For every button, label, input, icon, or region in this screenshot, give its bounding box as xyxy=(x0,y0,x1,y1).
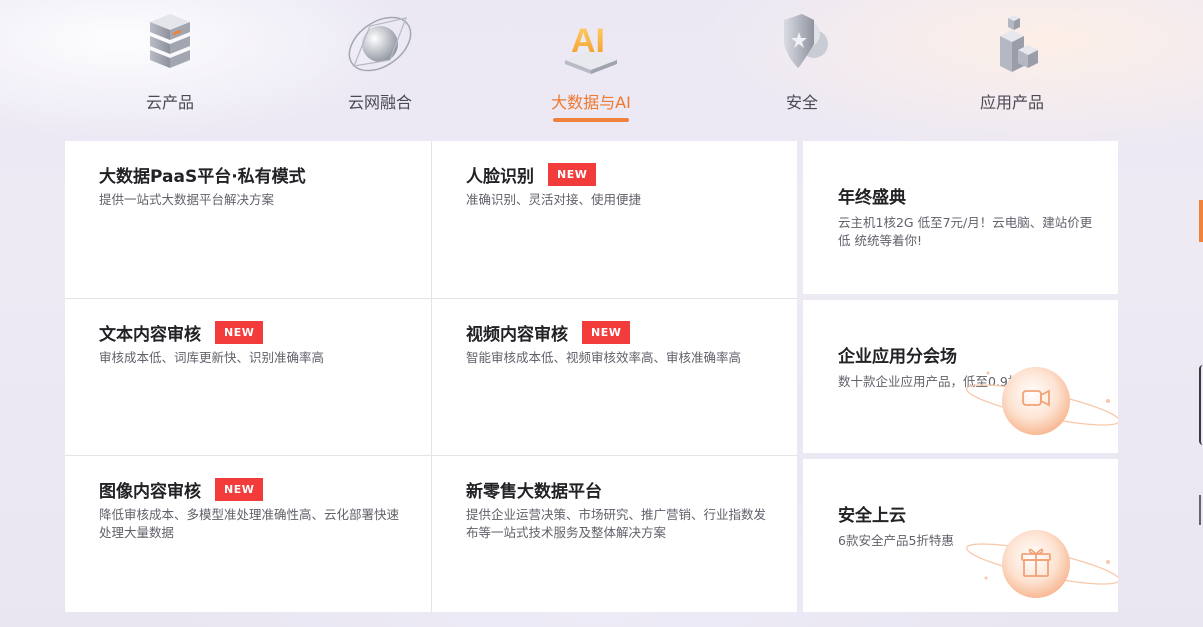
new-badge: NEW xyxy=(215,477,264,501)
product-title: 文本内容审核 xyxy=(99,324,201,345)
product-card-bigdata-paas[interactable]: 大数据PaaS平台·私有模式 提供一站式大数据平台解决方案 xyxy=(65,141,431,298)
tab-cloud-products[interactable]: 云产品 xyxy=(80,0,260,130)
new-badge: NEW xyxy=(215,320,264,344)
side-float-widget[interactable] xyxy=(1199,365,1203,445)
network-globe-icon xyxy=(348,16,412,72)
new-badge: NEW xyxy=(582,320,631,344)
side-float-tab[interactable] xyxy=(1199,200,1203,242)
product-title: 人脸识别 xyxy=(466,166,534,187)
tab-label: 大数据与AI xyxy=(551,93,631,112)
tab-label: 云网融合 xyxy=(347,93,412,112)
server-stack-icon xyxy=(150,14,190,68)
product-title: 新零售大数据平台 xyxy=(466,481,602,502)
gift-box-icon xyxy=(966,530,1118,598)
product-title: 图像内容审核 xyxy=(99,481,201,502)
tab-big-data-ai[interactable]: AI 大数据与AI xyxy=(501,0,681,130)
tab-security[interactable]: 安全 xyxy=(712,0,892,130)
shield-cloud-icon xyxy=(784,14,828,68)
tab-cloud-network[interactable]: 云网融合 xyxy=(290,0,470,130)
promo-title: 年终盛典 xyxy=(838,188,906,208)
product-description: 智能审核成本低、视频审核效率高、审核准确率高 xyxy=(466,350,742,365)
tab-label: 应用产品 xyxy=(979,93,1044,112)
product-card-new-retail-bigdata[interactable]: 新零售大数据平台 提供企业运营决策、市场研究、推广营销、行业指数发布等一站式技术… xyxy=(431,455,797,612)
product-grid: 大数据PaaS平台·私有模式 提供一站式大数据平台解决方案 人脸识别 NEW 准… xyxy=(65,141,797,612)
video-camera-icon xyxy=(966,367,1118,435)
svg-text:AI: AI xyxy=(571,22,605,60)
product-description: 审核成本低、词库更新快、识别准确率高 xyxy=(99,350,325,365)
side-float-widget-2[interactable] xyxy=(1199,495,1203,525)
product-description: 降低审核成本、多模型准处理准确性高、云化部署快速处理大量数据 xyxy=(99,507,400,540)
product-description: 准确识别、灵活对接、使用便捷 xyxy=(466,192,642,207)
new-badge: NEW xyxy=(548,162,597,186)
category-tabs: 云产品 云网融合 AI 大数据与AI 安全 应用产品 xyxy=(0,0,1203,130)
product-card-image-moderation[interactable]: 图像内容审核 NEW 降低审核成本、多模型准处理准确性高、云化部署快速处理大量数… xyxy=(65,455,431,612)
promo-card-year-end-sale[interactable]: 年终盛典 云主机1核2G 低至7元/月！云电脑、建站价更低 统统等着你! xyxy=(803,141,1118,294)
promo-card-enterprise-apps[interactable]: 企业应用分会场 数十款企业应用产品，低至0.9折! xyxy=(803,300,1118,453)
tab-application-products[interactable]: 应用产品 xyxy=(922,0,1102,130)
product-title: 大数据PaaS平台·私有模式 xyxy=(99,166,306,187)
app-blocks-icon xyxy=(1000,15,1038,72)
promo-card-secure-cloud[interactable]: 安全上云 6款安全产品5折特惠 xyxy=(803,459,1118,612)
active-tab-indicator xyxy=(553,118,629,122)
product-card-text-moderation[interactable]: 文本内容审核 NEW 审核成本低、词库更新快、识别准确率高 xyxy=(65,298,431,455)
tab-label: 安全 xyxy=(785,93,818,112)
ai-cube-icon: AI xyxy=(565,22,617,74)
product-description: 提供一站式大数据平台解决方案 xyxy=(99,192,275,207)
product-card-video-moderation[interactable]: 视频内容审核 NEW 智能审核成本低、视频审核效率高、审核准确率高 xyxy=(431,298,797,455)
product-title: 视频内容审核 xyxy=(466,324,568,345)
product-card-face-recognition[interactable]: 人脸识别 NEW 准确识别、灵活对接、使用便捷 xyxy=(431,141,797,298)
promo-description: 云主机1核2G 低至7元/月！云电脑、建站价更低 统统等着你! xyxy=(838,215,1093,248)
product-description: 提供企业运营决策、市场研究、推广营销、行业指数发布等一站式技术服务及整体解决方案 xyxy=(466,507,767,540)
tab-label: 云产品 xyxy=(145,93,194,112)
